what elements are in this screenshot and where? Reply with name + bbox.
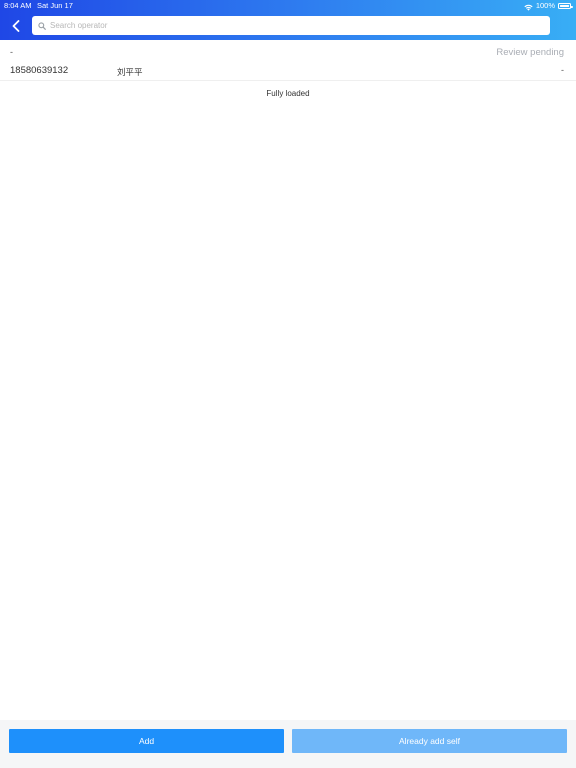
status-bar: 8:04 AM Sat Jun 17 100%	[0, 0, 576, 12]
search-input[interactable]	[50, 21, 550, 30]
chevron-left-icon	[12, 20, 20, 32]
operator-phone: 18580639132	[10, 65, 69, 76]
fully-loaded-text: Fully loaded	[266, 89, 310, 98]
search-icon	[38, 21, 46, 30]
operator-role: -	[10, 47, 13, 57]
bottom-bar: Add Already add self	[0, 720, 576, 768]
operator-name: 刘平平	[117, 67, 143, 77]
status-time: 8:04 AM	[4, 1, 32, 10]
battery-icon	[558, 3, 573, 9]
battery-percent: 100%	[535, 1, 555, 10]
list-item[interactable]: - Review pending 18580639132 刘平平 -	[0, 40, 576, 81]
back-button[interactable]	[6, 16, 26, 36]
already-add-self-button[interactable]: Already add self	[292, 729, 567, 753]
search-box[interactable]	[32, 16, 550, 35]
add-button[interactable]: Add	[9, 729, 284, 753]
status-text: Review pending	[496, 47, 564, 58]
wifi-icon	[524, 3, 533, 11]
operator-extra: -	[561, 65, 564, 75]
status-indicators: 100%	[524, 0, 573, 12]
header: 8:04 AM Sat Jun 17 100%	[0, 0, 576, 40]
status-date: Sat Jun 17	[37, 1, 73, 10]
